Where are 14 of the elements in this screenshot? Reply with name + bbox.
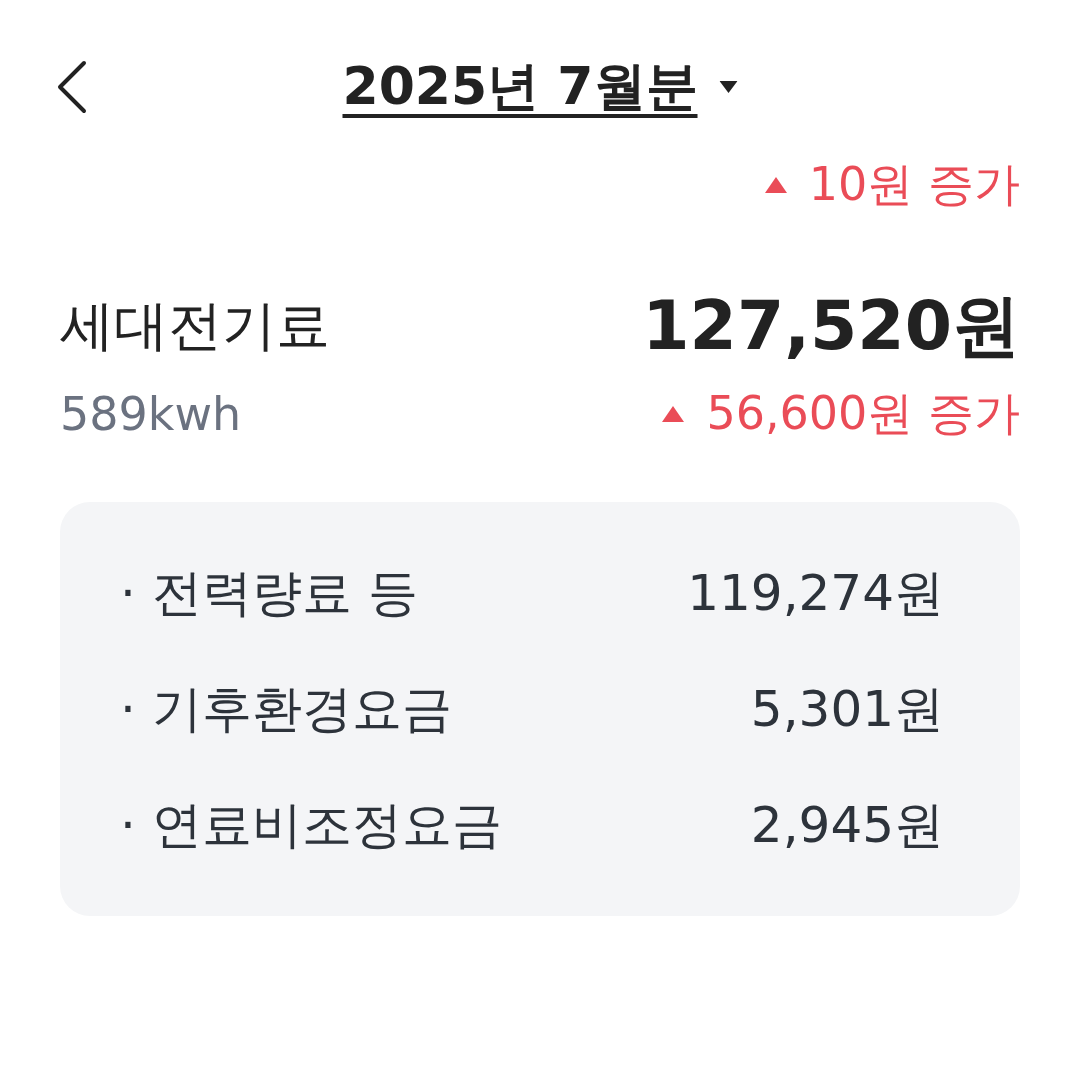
month-dropdown[interactable]: 2025년 7월분 <box>342 52 738 122</box>
bill-label: 세대전기료 <box>60 292 330 359</box>
usage-text: 589kwh <box>60 386 243 443</box>
charge-label: · 기후환경요금 <box>120 678 452 740</box>
charge-amount: 2,945원 <box>750 794 944 856</box>
charge-amount: 119,274원 <box>687 562 944 624</box>
charge-label: · 전력량료 등 <box>120 562 418 624</box>
bill-amount: 127,520원 <box>642 286 1020 366</box>
charge-label: · 연료비조정요금 <box>120 794 502 856</box>
change-text: 10원 증가 <box>808 156 1020 213</box>
caret-icon <box>719 81 738 93</box>
change-text: 56,600원 증가 <box>706 385 1020 442</box>
charge-amount: 5,301원 <box>750 678 944 740</box>
back-button[interactable] <box>56 59 88 115</box>
